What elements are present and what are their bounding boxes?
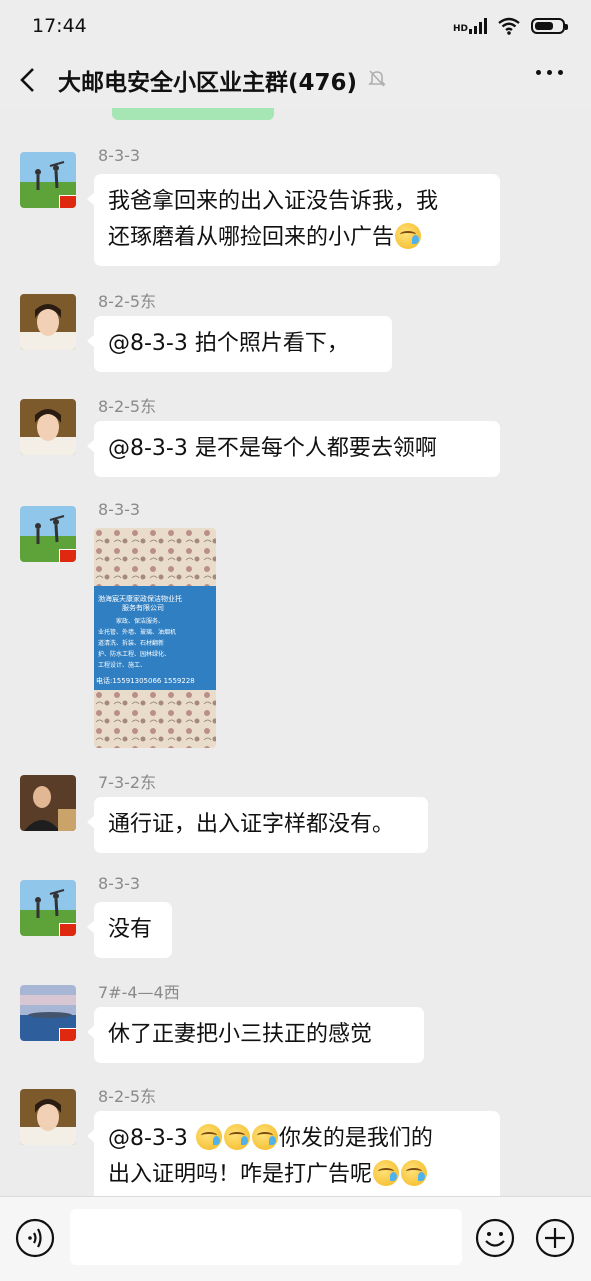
crying-laughing-emoji-icon — [395, 223, 422, 249]
voice-input-icon[interactable] — [14, 1217, 56, 1259]
emoji-icon[interactable] — [474, 1217, 516, 1259]
chat-area[interactable]: 8-3-3 我爸拿回来的出入证没告诉我，我 还琢磨着从哪捡回来的小广告 8-2-… — [0, 108, 591, 1196]
input-bar — [0, 1196, 591, 1281]
message-bubble[interactable]: @8-3-3 是不是每个人都要去领啊 — [87, 421, 500, 477]
crying-laughing-emoji-icon — [401, 1160, 428, 1186]
sender-name: 8-2-5东 — [98, 397, 157, 416]
message-bubble[interactable]: @8-3-3 你发的是我们的 出入证明吗！咋是打广告呢 — [87, 1111, 500, 1196]
message-text: 休了正妻把小三扶正的感觉 — [108, 1022, 373, 1047]
message-bubble[interactable]: 通行证，出入证字样都没有。 — [87, 797, 428, 853]
message-input[interactable] — [70, 1209, 462, 1265]
avatar[interactable] — [20, 775, 76, 831]
avatar[interactable] — [20, 880, 76, 936]
crying-laughing-emoji-icon — [373, 1160, 400, 1186]
flyer-line: 电话:15591305066 1559228 — [96, 676, 195, 685]
message-text: @8-3-3 是不是每个人都要去领啊 — [108, 436, 437, 461]
flag-badge — [59, 1028, 76, 1041]
previous-message-bubble — [112, 108, 274, 120]
photo-message[interactable]: 渤海宸天康家政保洁物业托 服务有限公司 家政、保洁服务、 业托管、外墙、玻璃、油… — [94, 528, 216, 748]
sender-name: 8-3-3 — [98, 146, 141, 165]
message-bubble[interactable]: @8-3-3 拍个照片看下， — [87, 316, 392, 372]
flyer-line: 道清洗、拆装、石材翻新 — [98, 639, 164, 647]
avatar[interactable] — [20, 1089, 76, 1145]
avatar[interactable] — [20, 985, 76, 1041]
sender-name: 7-3-2东 — [98, 773, 157, 792]
message-bubble[interactable]: 我爸拿回来的出入证没告诉我，我 还琢磨着从哪捡回来的小广告 — [87, 174, 500, 266]
avatar[interactable] — [20, 152, 76, 208]
flag-badge — [59, 923, 76, 936]
message-text: @8-3-3 拍个照片看下， — [108, 331, 349, 356]
message-line: 你发的是我们的 — [278, 1126, 433, 1151]
flyer-line: 护、防水工程、园林绿化、 — [98, 650, 170, 658]
wifi-icon — [498, 17, 520, 35]
flyer-line: 工程设计、施工、 — [98, 661, 146, 669]
battery-icon — [531, 18, 568, 34]
message-bubble[interactable]: 休了正妻把小三扶正的感觉 — [87, 1007, 424, 1063]
message-bubble[interactable]: 没有 — [87, 902, 172, 958]
status-time: 17:44 — [32, 15, 87, 37]
flyer-line: 渤海宸天康家政保洁物业托 — [98, 594, 182, 603]
chat-header: 大邮电安全小区业主群(476) — [0, 52, 591, 108]
flag-badge — [59, 549, 76, 562]
sender-name: 8-3-3 — [98, 874, 141, 893]
message-line: 出入证明吗！咋是打广告呢 — [108, 1162, 373, 1187]
avatar[interactable] — [20, 294, 76, 350]
crying-laughing-emoji-icon — [223, 1124, 250, 1150]
crying-laughing-emoji-icon — [251, 1124, 278, 1150]
crying-laughing-emoji-icon — [195, 1124, 222, 1150]
message-text: 没有 — [108, 917, 153, 942]
flyer-line: 业托管、外墙、玻璃、油烟机 — [98, 628, 176, 636]
avatar[interactable] — [20, 399, 76, 455]
message-text: 通行证，出入证字样都没有。 — [108, 812, 395, 837]
message-line: 还琢磨着从哪捡回来的小广告 — [108, 225, 395, 250]
sender-name: 7#-4—4西 — [98, 983, 180, 1002]
flyer-photo: 渤海宸天康家政保洁物业托 服务有限公司 家政、保洁服务、 业托管、外墙、玻璃、油… — [94, 528, 216, 748]
status-bar: 17:44 HD — [0, 0, 591, 52]
flag-badge — [59, 195, 76, 208]
message-line: @8-3-3 — [108, 1126, 188, 1151]
sender-name: 8-3-3 — [98, 500, 141, 519]
sender-name: 8-2-5东 — [98, 292, 157, 311]
status-icons: HD — [452, 17, 568, 35]
chat-title: 大邮电安全小区业主群(476) — [58, 70, 358, 96]
add-icon[interactable] — [534, 1217, 576, 1259]
flyer-line: 服务有限公司 — [122, 603, 164, 612]
sender-name: 8-2-5东 — [98, 1087, 157, 1106]
flyer-line: 家政、保洁服务、 — [116, 617, 164, 625]
message-line: 我爸拿回来的出入证没告诉我，我 — [108, 189, 439, 214]
more-options-icon[interactable] — [536, 70, 563, 75]
signal-icon — [469, 18, 487, 34]
avatar[interactable] — [20, 506, 76, 562]
hd-label: HD — [452, 24, 468, 34]
back-icon[interactable] — [0, 52, 56, 108]
mute-bell-icon — [367, 68, 387, 92]
